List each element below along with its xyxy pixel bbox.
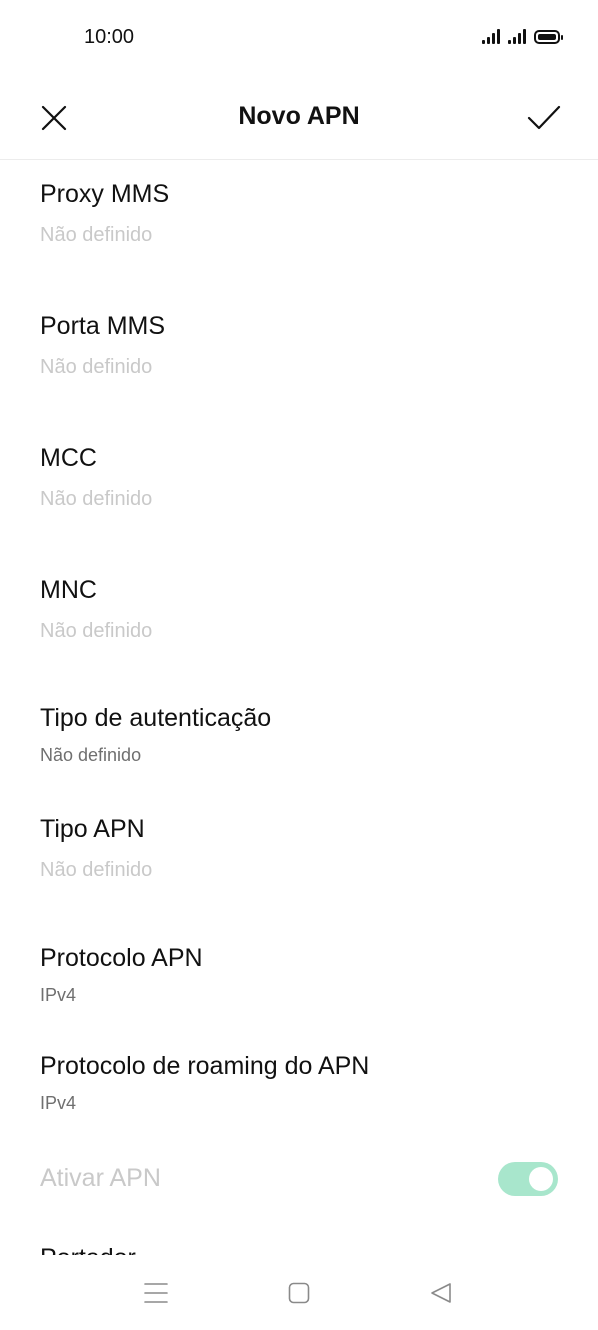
setting-label: Porta MMS <box>40 312 166 340</box>
setting-value: Não definido <box>40 859 153 881</box>
setting-value: Não definido <box>40 745 142 765</box>
status-icons <box>482 28 563 44</box>
setting-tipo-apn[interactable]: Tipo APN Não definido <box>40 813 558 883</box>
recent-apps-button[interactable] <box>136 1273 176 1313</box>
confirm-button[interactable] <box>522 96 566 140</box>
setting-value: Não definido <box>40 620 153 642</box>
setting-label: Protocolo de roaming do APN <box>40 1052 370 1080</box>
setting-value: Não definido <box>40 356 153 378</box>
setting-value: IPv4 <box>40 985 77 1005</box>
setting-value: Não definido <box>40 224 153 246</box>
setting-mcc[interactable]: MCC Não definido <box>40 442 558 512</box>
setting-label: MCC <box>40 444 97 472</box>
setting-value: IPv4 <box>40 1093 77 1113</box>
setting-tipo-autenticacao[interactable]: Tipo de autenticação Não definido <box>40 702 558 768</box>
signal-icon <box>482 28 500 44</box>
setting-label: Ativar APN <box>40 1164 161 1192</box>
setting-porta-mms[interactable]: Porta MMS Não definido <box>40 310 558 380</box>
toolbar: Novo APN <box>0 76 598 160</box>
setting-label: Proxy MMS <box>40 180 170 208</box>
check-icon <box>527 105 561 130</box>
setting-label: Tipo APN <box>40 815 145 843</box>
status-time: 10:00 <box>84 26 135 48</box>
setting-label: Tipo de autenticação <box>40 704 272 732</box>
setting-label: Protocolo APN <box>40 944 203 972</box>
status-bar: 10:00 <box>0 0 598 76</box>
home-icon <box>288 1282 310 1304</box>
battery-icon <box>534 30 563 44</box>
back-button[interactable] <box>421 1273 461 1313</box>
signal-icon <box>508 28 526 44</box>
menu-icon <box>144 1283 168 1303</box>
page-title: Novo APN <box>238 102 360 130</box>
toggle-knob <box>529 1167 553 1191</box>
home-button[interactable] <box>279 1273 319 1313</box>
setting-label: MNC <box>40 576 97 604</box>
setting-label: Portador <box>40 1242 558 1255</box>
back-icon <box>431 1283 451 1303</box>
setting-portador[interactable]: Portador <box>40 1242 558 1255</box>
setting-protocolo-apn[interactable]: Protocolo APN IPv4 <box>40 942 558 1008</box>
setting-protocolo-roaming[interactable]: Protocolo de roaming do APN IPv4 <box>40 1050 558 1116</box>
setting-value: Não definido <box>40 488 153 510</box>
setting-mnc[interactable]: MNC Não definido <box>40 574 558 644</box>
navigation-bar <box>0 1255 598 1330</box>
settings-list: Proxy MMS Não definido Porta MMS Não def… <box>0 160 598 1255</box>
ativar-apn-toggle[interactable] <box>498 1162 558 1196</box>
setting-proxy-mms[interactable]: Proxy MMS Não definido <box>40 178 558 248</box>
setting-ativar-apn: Ativar APN <box>40 1162 558 1196</box>
